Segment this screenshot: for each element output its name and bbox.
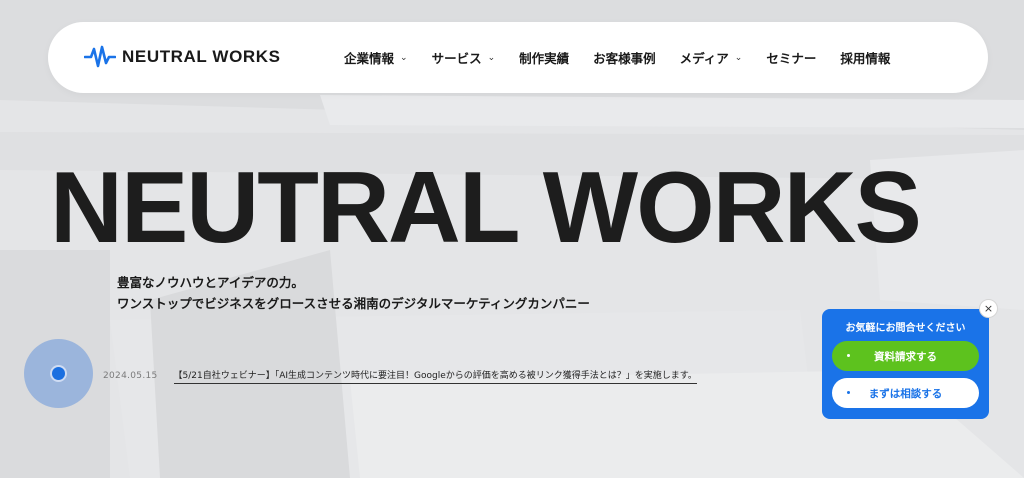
news-link[interactable]: 【5/21自社ウェビナー】「AI生成コンテンツ時代に要注目！Googleからの評…	[173, 368, 697, 384]
request-document-label: 資料請求する	[874, 350, 937, 363]
nav-item-seminar[interactable]: セミナー	[766, 48, 816, 67]
hero-title: NEUTRAL WORKS	[50, 152, 922, 264]
contact-panel: お気軽にお問合せください 資料請求する まずは相談する	[822, 309, 989, 419]
nav-item-recruit[interactable]: 採用情報	[840, 48, 890, 67]
brand-name: NEUTRAL WORKS	[122, 47, 281, 66]
scroll-indicator-button[interactable]	[24, 339, 93, 408]
nav-item-works[interactable]: 制作実績	[519, 48, 569, 67]
request-document-button[interactable]: 資料請求する	[832, 341, 979, 371]
consult-label: まずは相談する	[868, 387, 943, 400]
nav-item-label: サービス	[431, 51, 482, 66]
chevron-down-icon: ⌄	[487, 52, 496, 63]
nav-item-label: 企業情報	[344, 51, 395, 66]
chevron-down-icon: ⌄	[400, 52, 408, 63]
consult-button[interactable]: まずは相談する	[832, 378, 979, 408]
news-item: 2024.05.15 【5/21自社ウェビナー】「AI生成コンテンツ時代に要注目…	[103, 368, 697, 384]
hero-tagline: 豊富なノウハウとアイデアの力。 ワンストップでビジネスをグロースさせる湘南のデジ…	[117, 272, 590, 314]
bullet-icon	[847, 391, 850, 394]
nav-item-label: 採用情報	[840, 51, 891, 66]
chevron-down-icon: ⌄	[734, 52, 743, 63]
bullet-icon	[847, 354, 850, 357]
dot-icon	[52, 367, 65, 380]
nav-item-label: メディア	[679, 51, 729, 66]
nav-item-company[interactable]: 企業情報 ⌄	[344, 48, 408, 67]
nav-item-label: セミナー	[766, 51, 817, 66]
tagline-line-1: 豊富なノウハウとアイデアの力。	[117, 275, 304, 290]
nav-item-label: 制作実績	[519, 51, 570, 66]
contact-title: お気軽にお問合せください	[845, 323, 966, 334]
close-icon[interactable]: ×	[979, 299, 998, 318]
news-date: 2024.05.15	[103, 371, 158, 381]
nav-item-services[interactable]: サービス ⌄	[432, 48, 496, 67]
nav-item-cases[interactable]: お客様事例	[593, 48, 656, 67]
brand-logo[interactable]: NEUTRAL WORKS	[84, 44, 281, 70]
tagline-line-2: ワンストップでビジネスをグロースさせる湘南のデジタルマーケティングカンパニー	[117, 296, 590, 311]
nav-item-label: お客様事例	[593, 51, 656, 66]
nav-item-media[interactable]: メディア ⌄	[680, 48, 743, 67]
waveform-icon	[84, 45, 116, 68]
site-header: NEUTRAL WORKS 企業情報 ⌄ サービス ⌄ 制作実績 お客様事例 メ…	[48, 22, 988, 93]
main-nav: 企業情報 ⌄ サービス ⌄ 制作実績 お客様事例 メディア ⌄ セミナー 採用情…	[344, 22, 914, 93]
